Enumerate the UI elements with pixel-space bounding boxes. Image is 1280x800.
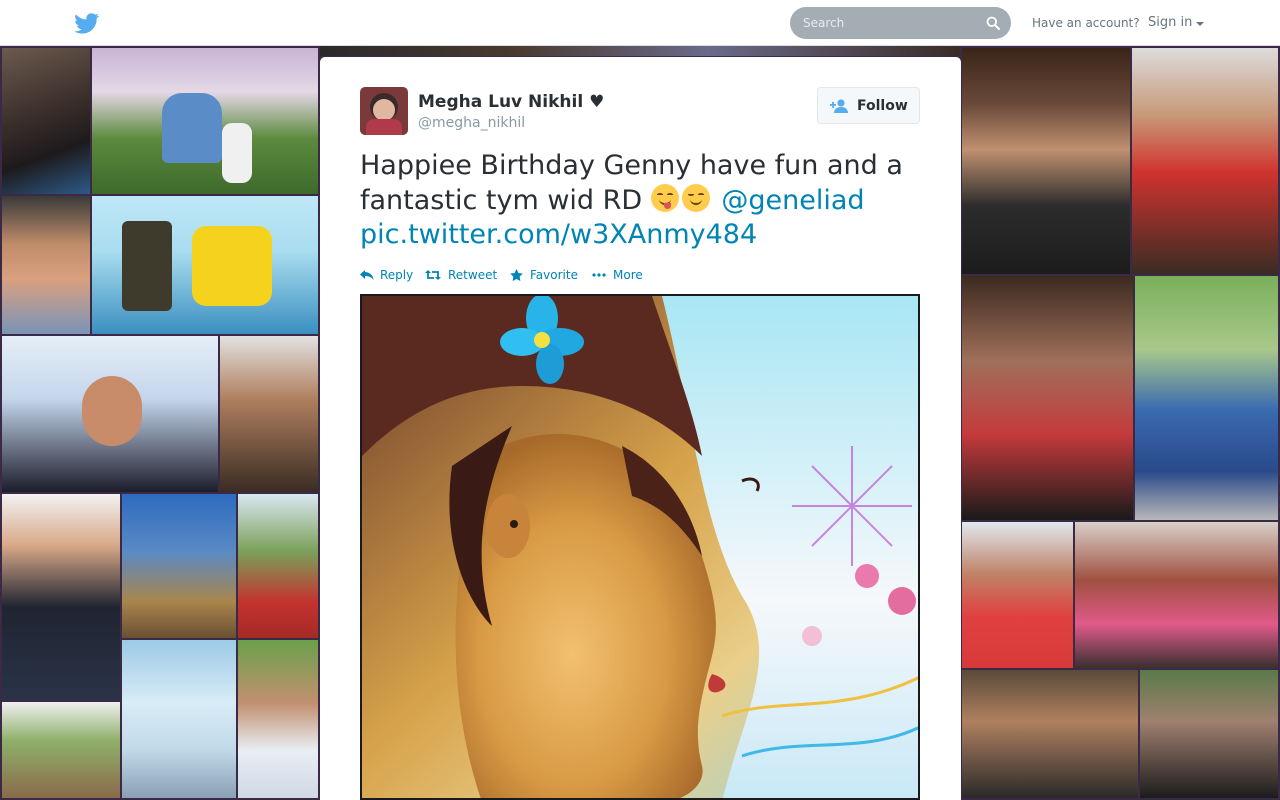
avatar[interactable] xyxy=(360,87,408,135)
twitter-bird-icon[interactable] xyxy=(74,13,100,35)
background-photo xyxy=(960,520,1075,670)
background-photo xyxy=(1130,46,1280,276)
background-photo xyxy=(1133,274,1280,522)
retweet-icon xyxy=(425,270,441,280)
search-box[interactable] xyxy=(790,7,1011,39)
reply-label: Reply xyxy=(380,268,414,282)
background-photo xyxy=(1073,520,1280,670)
reply-icon xyxy=(360,270,374,280)
more-label: More xyxy=(613,268,643,282)
background-photo xyxy=(120,492,238,640)
tweet-photo-image xyxy=(362,296,918,798)
follow-button[interactable]: Follow xyxy=(817,87,920,124)
author-screen-name[interactable]: @megha_nikhil xyxy=(418,115,525,131)
follow-button-label: Follow xyxy=(857,98,908,114)
background-photo xyxy=(218,334,320,494)
favorite-label: Favorite xyxy=(530,268,578,282)
background-photo xyxy=(90,194,320,336)
more-dots-icon xyxy=(592,273,606,277)
background-photo xyxy=(236,492,320,640)
retweet-label: Retweet xyxy=(448,268,498,282)
have-account-text: Have an account? xyxy=(1032,16,1140,30)
tweet-photo[interactable] xyxy=(360,294,920,800)
background-photo xyxy=(120,638,238,800)
background-photo xyxy=(960,46,1132,276)
chevron-down-icon[interactable] xyxy=(1196,22,1204,26)
winking-face-emoji xyxy=(681,183,710,212)
star-icon xyxy=(510,269,523,281)
add-user-icon xyxy=(830,99,848,113)
top-navigation-bar: Have an account? Sign in xyxy=(0,0,1280,46)
background-photo xyxy=(236,638,320,800)
background-photo xyxy=(0,334,220,494)
background-photo xyxy=(0,492,122,702)
mention-link[interactable]: @geneliad xyxy=(721,185,864,216)
background-photo xyxy=(0,194,92,336)
tweet-text: Happiee Birthday Genny have fun and a fa… xyxy=(360,149,920,253)
background-photo xyxy=(1138,668,1280,800)
author-full-name[interactable]: Megha Luv Nikhil ♥ xyxy=(418,92,604,112)
sign-in-link[interactable]: Sign in xyxy=(1148,15,1192,30)
background-photo xyxy=(0,700,122,800)
background-photo xyxy=(0,46,92,196)
background-photo xyxy=(960,274,1135,522)
background-photo xyxy=(90,46,320,196)
pic-link[interactable]: pic.twitter.com/w3XAnmy484 xyxy=(360,219,757,250)
search-input[interactable] xyxy=(790,7,980,39)
search-icon[interactable] xyxy=(986,16,1000,30)
background-photo xyxy=(960,668,1140,800)
yum-face-emoji xyxy=(650,183,679,212)
tweet-card: Megha Luv Nikhil ♥ @megha_nikhil Follow … xyxy=(320,57,961,800)
